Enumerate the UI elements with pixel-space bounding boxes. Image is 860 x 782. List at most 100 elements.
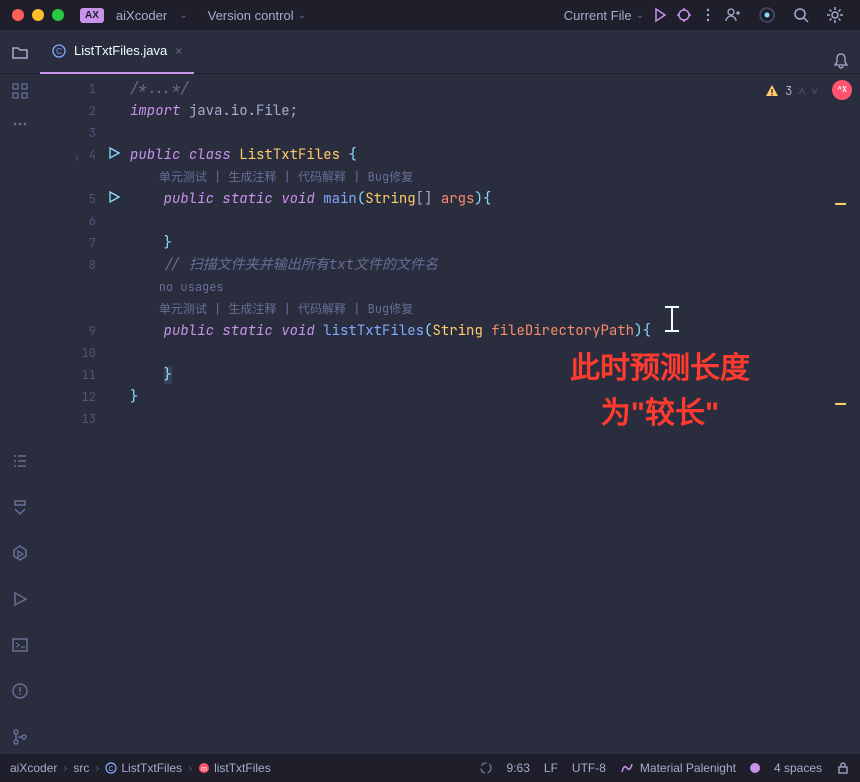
breadcrumb-src[interactable]: src [73,761,89,775]
breadcrumb-sep: › [63,761,67,775]
process-indicator-icon[interactable] [479,761,493,775]
run-config-label: Current File [564,8,632,23]
java-class-icon: C [52,44,66,58]
code-text [483,322,491,340]
tab-listtxtfiles[interactable]: C ListTxtFiles.java × [40,30,194,74]
line-number: 7 [89,235,96,251]
brace: ){ [474,190,491,208]
comment: /*...*/ [130,80,189,98]
svg-text:C: C [109,766,114,773]
run-button[interactable] [652,7,668,23]
collapse-minus-icon[interactable]: — [835,194,846,216]
line-number: 4 [89,147,96,163]
line-number: 12 [82,389,96,405]
status-indicator-icon[interactable] [750,763,760,773]
services-tool-icon[interactable] [11,544,29,562]
ellipsis-icon[interactable] [11,120,29,128]
paren: ( [357,190,365,208]
close-window-button[interactable] [12,9,24,21]
main-area: 3 ˄ ˅ ^X — — 1 2 3 ‹ 4 5 6 7 8 [0,74,860,754]
brace: { [340,146,357,164]
keyword: static [222,322,281,340]
comment: // 扫描文件夹并输出所有txt文件的文件名 [164,256,438,274]
run-tool-icon[interactable] [11,590,29,608]
left-tool-strip-bottom [0,452,40,746]
vcs-menu[interactable]: Version control ⌄ [208,8,306,23]
tab-label: ListTxtFiles.java [74,43,167,58]
class-name: ListTxtFiles [239,146,340,164]
theme-widget[interactable]: Material Palenight [620,761,736,775]
statusbar: aiXcoder › src › C ListTxtFiles › m list… [0,754,860,782]
notifications-icon[interactable] [832,52,850,70]
file-encoding[interactable]: UTF-8 [572,761,606,775]
indent-widget[interactable]: 4 spaces [774,761,822,775]
close-tab-icon[interactable]: × [175,44,182,58]
chevron-down-icon[interactable]: ⌄ [179,10,187,21]
structure-tool-icon[interactable] [11,82,29,100]
lock-icon[interactable] [836,761,850,775]
app-badge: AX [80,8,104,23]
run-gutter-icon[interactable] [108,191,120,203]
method-name: main [323,190,357,208]
minimize-window-button[interactable] [32,9,44,21]
run-gutter-icon[interactable] [108,147,120,159]
line-number: 2 [89,103,96,119]
breadcrumb-root[interactable]: aiXcoder [10,761,57,775]
breadcrumb-method[interactable]: m listTxtFiles [198,761,271,775]
brace: ){ [634,322,651,340]
chevron-down-icon: ⌄ [636,10,644,21]
line-number: 13 [82,411,96,427]
code-text: [] [416,190,441,208]
inline-hint[interactable]: 单元测试 | 生成注释 | 代码解释 | Bug修复 [159,301,413,317]
svg-text:m: m [201,766,207,773]
line-separator[interactable]: LF [544,761,558,775]
type: String [365,190,415,208]
line-number: 5 [89,191,96,207]
project-tool-icon[interactable] [11,43,29,61]
problems-tool-icon[interactable] [11,682,29,700]
keyword: public [164,190,223,208]
run-config-selector[interactable]: Current File ⌄ [564,8,644,23]
keyword: class [189,146,239,164]
settings-icon[interactable] [826,6,844,24]
git-tool-icon[interactable] [11,728,29,746]
param: args [441,190,475,208]
search-icon[interactable] [792,6,810,24]
keyword: void [281,322,323,340]
inline-hint[interactable]: 单元测试 | 生成注释 | 代码解释 | Bug修复 [159,169,413,185]
keyword: public [130,146,189,164]
status-dot-icon[interactable] [758,6,776,24]
line-number: 10 [82,345,96,361]
keyword: void [281,190,323,208]
terminal-tool-icon[interactable] [11,636,29,654]
titlebar: AX aiXcoder ⌄ Version control ⌄ Current … [0,0,860,30]
breadcrumb-sep: › [95,761,99,775]
todo-tool-icon[interactable] [11,452,29,470]
breadcrumb-file[interactable]: C ListTxtFiles [105,761,182,775]
type: String [432,322,482,340]
window-controls [8,9,64,21]
keyword: static [222,190,281,208]
line-number: 6 [89,213,96,229]
line-number: 9 [89,323,96,339]
keyword: public [164,322,223,340]
aixcoder-badge-icon[interactable]: ^X [832,80,852,100]
collapse-minus-icon[interactable]: — [835,394,846,416]
svg-text:C: C [56,47,62,56]
code-editor[interactable]: 3 ˄ ˅ ^X — — 1 2 3 ‹ 4 5 6 7 8 [40,74,860,754]
maximize-window-button[interactable] [52,9,64,21]
annotation-line: 为"较长" [570,391,750,436]
code-with-me-icon[interactable] [724,6,742,24]
cursor-position[interactable]: 9:63 [507,761,530,775]
no-usages-hint[interactable]: no usages [159,279,224,295]
brace: } [164,366,172,384]
build-tool-icon[interactable] [11,498,29,516]
debug-button[interactable] [676,7,692,23]
line-number: 3 [89,125,96,141]
gutter: 1 2 3 ‹ 4 5 6 7 8 9 10 11 12 13 [40,74,102,430]
line-number: 1 [89,81,96,97]
code-text: java.io.File; [180,102,298,120]
more-actions-button[interactable] [700,7,716,23]
line-number: 8 [89,257,96,273]
project-name[interactable]: aiXcoder [116,8,167,23]
